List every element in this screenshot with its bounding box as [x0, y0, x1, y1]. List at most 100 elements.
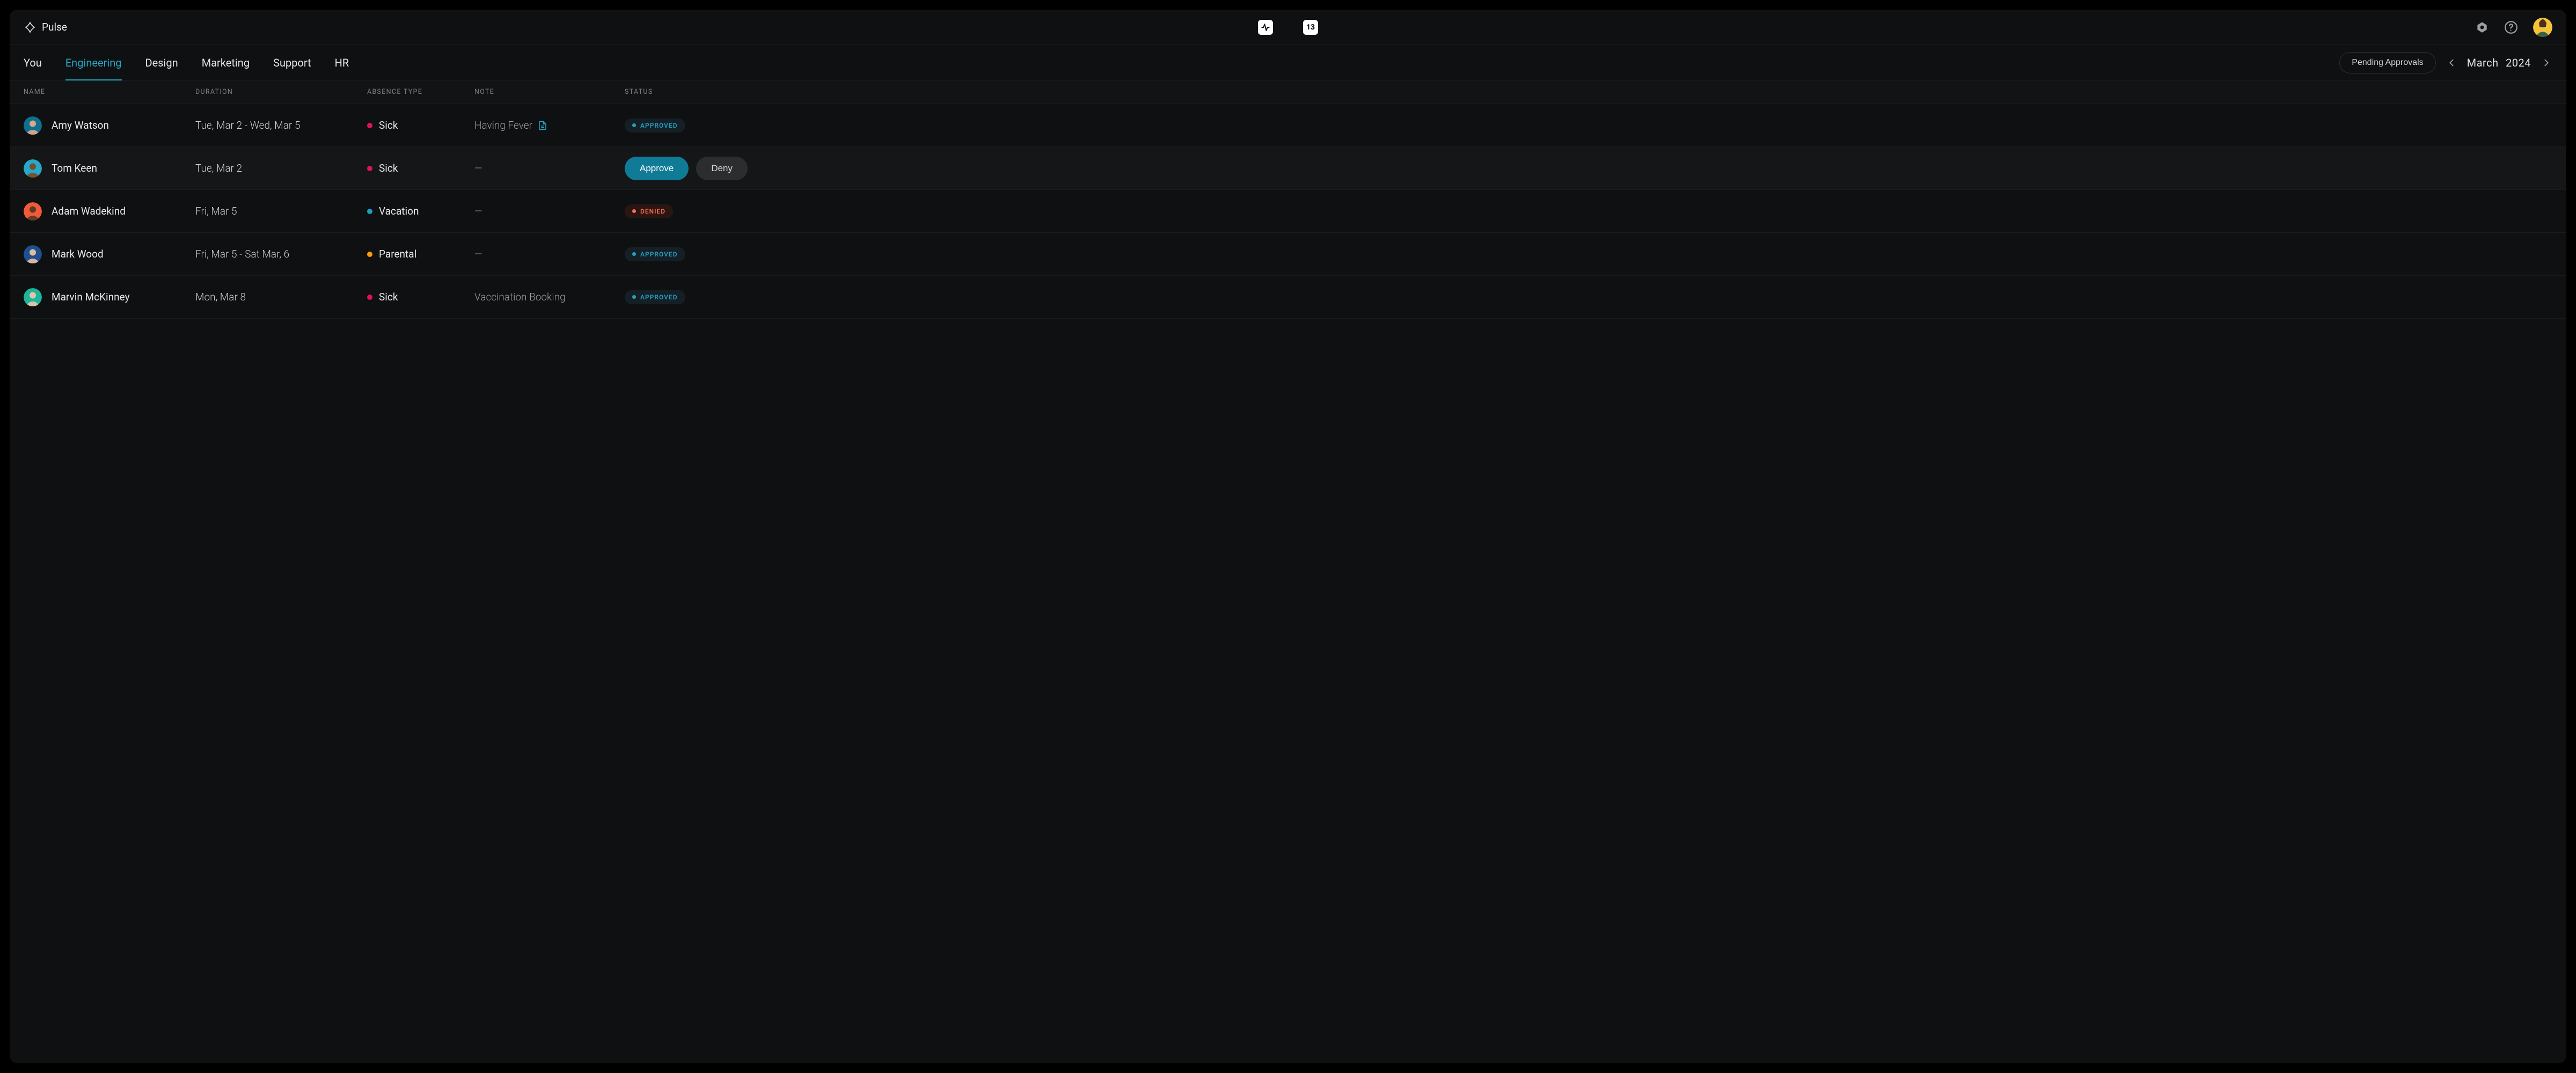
- brand: Pulse: [24, 21, 67, 34]
- cell-status: DENIED: [625, 204, 2552, 218]
- row-avatar[interactable]: [24, 159, 42, 178]
- row-name: Mark Wood: [52, 248, 104, 260]
- cell-note: —: [474, 205, 625, 217]
- cell-status: Approve Deny: [625, 157, 2552, 180]
- cell-absence-type: Vacation: [367, 205, 474, 217]
- topbar: Pulse 13: [10, 10, 2566, 45]
- table-header: NAME DURATION ABSENCE TYPE NOTE STATUS: [10, 80, 2566, 104]
- attachment-icon[interactable]: [538, 121, 547, 130]
- cell-duration: Fri, Mar 5 - Sat Mar, 6: [195, 248, 367, 260]
- cell-status: APPROVED: [625, 119, 2552, 133]
- note-text: —: [474, 248, 482, 260]
- col-type: ABSENCE TYPE: [367, 88, 474, 96]
- row-name: Marvin McKinney: [52, 291, 130, 303]
- tab-design[interactable]: Design: [145, 45, 178, 80]
- app-frame: Pulse 13 You Engineering Design Marketing Su…: [10, 10, 2566, 1063]
- cell-absence-type: Sick: [367, 291, 474, 303]
- cell-duration: Tue, Mar 2 - Wed, Mar 5: [195, 119, 367, 131]
- tabs: You Engineering Design Marketing Support HR: [24, 45, 349, 80]
- status-label: APPROVED: [640, 251, 678, 258]
- note-text: Vaccination Booking: [474, 291, 566, 303]
- cell-duration: Fri, Mar 5: [195, 205, 367, 217]
- status-dot-icon: [632, 209, 636, 213]
- status-badge: APPROVED: [625, 290, 685, 304]
- table-row: Adam WadekindFri, Mar 5 Vacation — DENIED: [10, 190, 2566, 233]
- table-row: Amy Watson Tue, Mar 2 - Wed, Mar 5 Sick Hav…: [10, 104, 2566, 147]
- sick-dot-icon: [367, 166, 372, 171]
- cell-name: Marvin McKinney: [24, 288, 195, 306]
- period-year: 2024: [2506, 56, 2531, 69]
- tab-support[interactable]: Support: [273, 45, 311, 80]
- topbar-center: 13: [1258, 20, 1318, 35]
- col-duration: DURATION: [195, 88, 367, 96]
- status-label: DENIED: [640, 208, 665, 215]
- status-badge: DENIED: [625, 204, 673, 218]
- brand-name: Pulse: [42, 21, 67, 33]
- row-avatar[interactable]: [24, 116, 42, 135]
- topbar-right: [2475, 18, 2552, 37]
- row-avatar[interactable]: [24, 288, 42, 306]
- cell-name: Tom Keen: [24, 159, 195, 178]
- settings-icon[interactable]: [2475, 20, 2489, 34]
- cell-absence-type: Sick: [367, 119, 474, 131]
- table-body: Amy Watson Tue, Mar 2 - Wed, Mar 5 Sick Hav…: [10, 104, 2566, 319]
- absence-type-label: Parental: [379, 248, 416, 260]
- col-name: NAME: [24, 88, 195, 96]
- tab-you[interactable]: You: [24, 45, 42, 80]
- activity-icon[interactable]: [1258, 20, 1273, 35]
- user-avatar[interactable]: [2533, 18, 2552, 37]
- row-name: Amy Watson: [52, 119, 109, 131]
- absence-type-label: Sick: [379, 162, 398, 174]
- deny-button[interactable]: Deny: [696, 157, 748, 180]
- table-row: Mark Wood Fri, Mar 5 - Sat Mar, 6 Parental…: [10, 233, 2566, 276]
- pending-approvals-button[interactable]: Pending Approvals: [2339, 52, 2435, 74]
- sick-dot-icon: [367, 295, 372, 300]
- status-badge: APPROVED: [625, 119, 685, 133]
- help-icon[interactable]: [2504, 20, 2518, 34]
- tab-engineering[interactable]: Engineering: [65, 45, 122, 80]
- tab-hr[interactable]: HR: [335, 45, 349, 80]
- period-label: March 2024: [2467, 56, 2531, 69]
- note-text: Having Fever: [474, 119, 532, 131]
- cell-name: Adam Wadekind: [24, 202, 195, 221]
- cell-name: Mark Wood: [24, 245, 195, 263]
- row-name: Tom Keen: [52, 162, 97, 174]
- calendar-badge[interactable]: 13: [1303, 20, 1318, 35]
- absence-type-label: Vacation: [379, 205, 419, 217]
- prev-period-icon[interactable]: [2446, 57, 2457, 69]
- status-dot-icon: [632, 295, 636, 299]
- status-badge: APPROVED: [625, 247, 685, 261]
- status-dot-icon: [632, 123, 636, 127]
- cell-note: Having Fever: [474, 119, 625, 131]
- table-row: Marvin McKinney Mon, Mar 8 Sick Vaccination…: [10, 276, 2566, 319]
- col-note: NOTE: [474, 88, 625, 96]
- status-dot-icon: [632, 252, 636, 256]
- tab-marketing[interactable]: Marketing: [202, 45, 250, 80]
- brand-logo-icon: [24, 21, 36, 34]
- cell-note: —: [474, 162, 625, 174]
- cell-duration: Mon, Mar 8: [195, 291, 367, 303]
- absence-type-label: Sick: [379, 291, 398, 303]
- status-label: APPROVED: [640, 122, 678, 129]
- note-text: —: [474, 162, 482, 174]
- navrow: You Engineering Design Marketing Support HR P…: [10, 45, 2566, 80]
- cell-note: Vaccination Booking: [474, 291, 625, 303]
- table-row: Tom Keen Tue, Mar 2 Sick — Approve Deny: [10, 147, 2566, 190]
- row-avatar[interactable]: [24, 245, 42, 263]
- absence-type-label: Sick: [379, 119, 398, 131]
- row-avatar[interactable]: [24, 202, 42, 221]
- cell-status: APPROVED: [625, 290, 2552, 304]
- status-label: APPROVED: [640, 293, 678, 301]
- sick-dot-icon: [367, 123, 372, 128]
- cell-name: Amy Watson: [24, 116, 195, 135]
- next-period-icon[interactable]: [2541, 57, 2552, 69]
- note-text: —: [474, 205, 482, 217]
- period-month: March: [2467, 56, 2499, 69]
- cell-note: —: [474, 248, 625, 260]
- cell-duration: Tue, Mar 2: [195, 162, 367, 174]
- parental-dot-icon: [367, 252, 372, 257]
- navrow-right: Pending Approvals March 2024: [2339, 52, 2552, 74]
- cell-status: APPROVED: [625, 247, 2552, 261]
- approve-button[interactable]: Approve: [625, 157, 689, 180]
- col-status: STATUS: [625, 88, 2552, 96]
